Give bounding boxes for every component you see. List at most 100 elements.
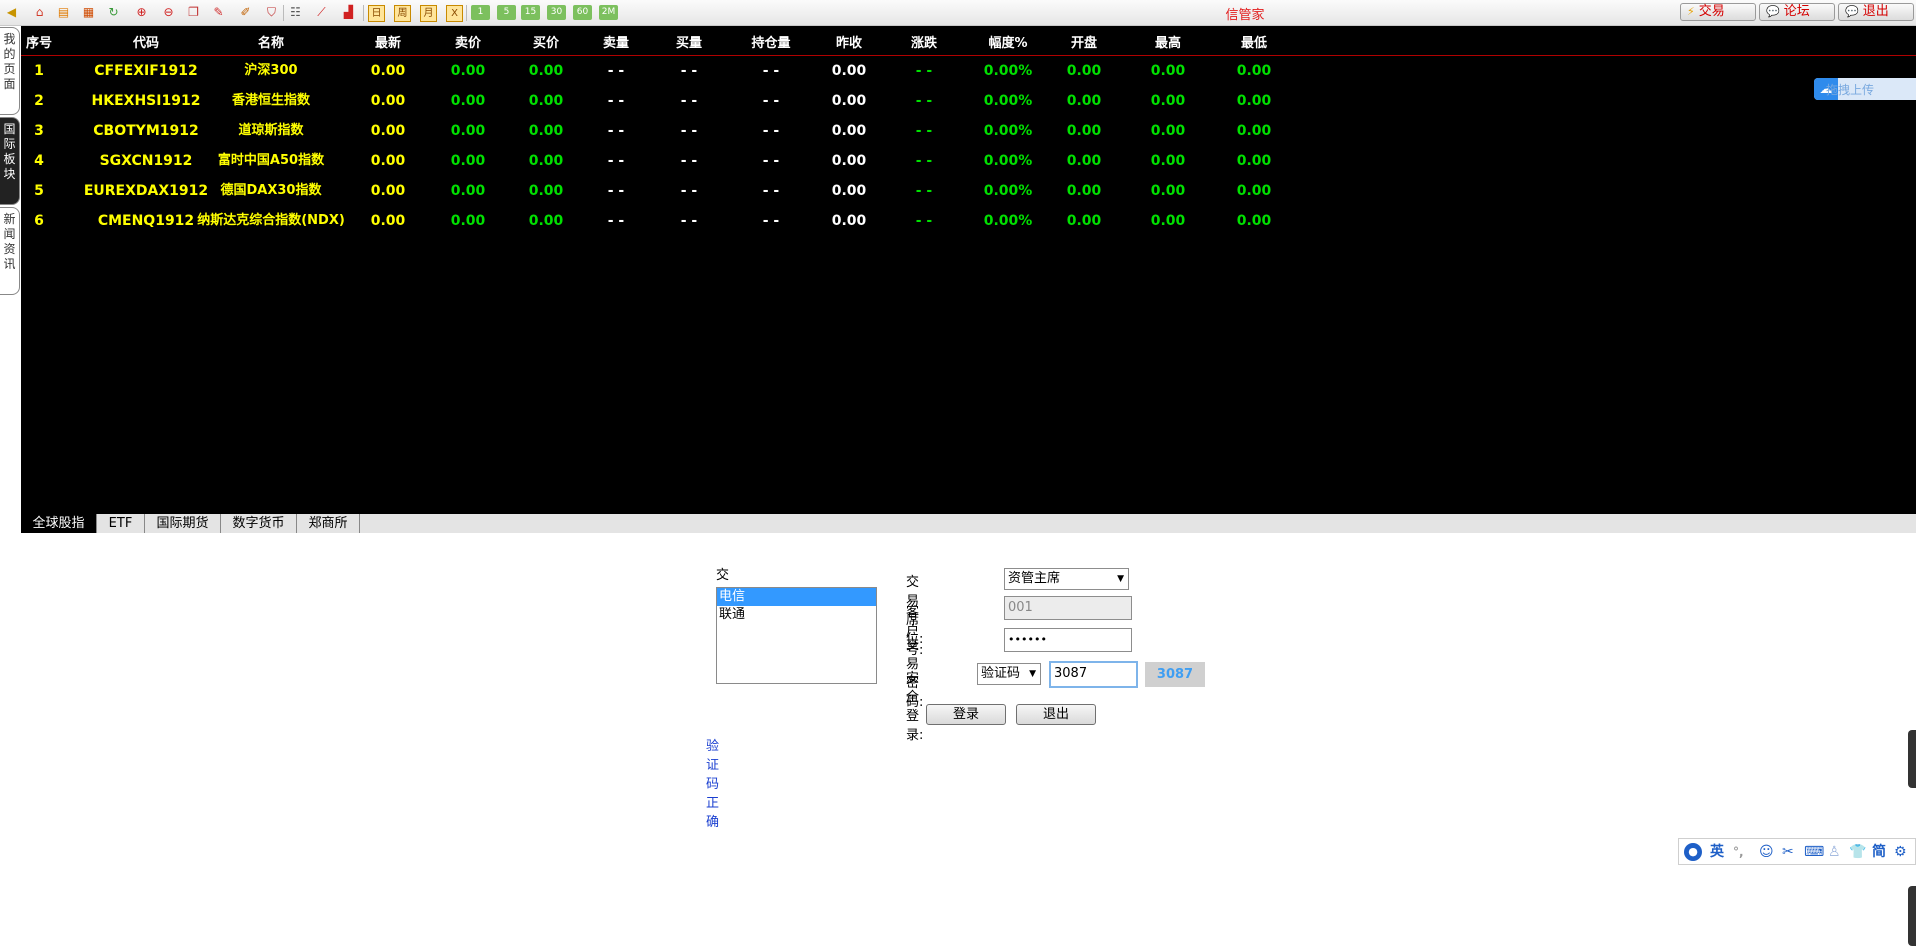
user-icon[interactable]: ● — [1684, 843, 1702, 861]
secure-method-select[interactable]: 验证码 ▼ — [977, 663, 1041, 685]
tab-digital-currency[interactable]: 数字货币 — [221, 514, 297, 533]
captcha-image[interactable]: 3087 — [1145, 662, 1205, 687]
quote-table-header: 序号 代码 名称 最新 卖价 买价 卖量 买量 持仓量 昨收 涨跌 幅度% 开盘 最高 最低 — [21, 26, 1916, 56]
column-header-bid[interactable]: 买价 — [521, 32, 571, 51]
client-id-field: 001 — [1004, 596, 1132, 620]
home-icon[interactable]: ⌂ — [31, 4, 48, 21]
table-row[interactable]: 6 CMENQ1912 纳斯达克综合指数(NDX) 0.00 0.00 0.00- -- … — [21, 211, 1916, 241]
location-item-unicom[interactable]: 联通 — [717, 606, 876, 624]
period-2m-button[interactable]: 2M — [599, 5, 618, 20]
login-button[interactable]: 登录 — [926, 704, 1006, 725]
tab-zce[interactable]: 郑商所 — [297, 514, 360, 533]
period-5-button[interactable]: 5 — [497, 5, 516, 20]
dropdown-arrow-icon: ▼ — [1029, 669, 1036, 679]
column-header-last[interactable]: 最新 — [363, 32, 413, 51]
password-field[interactable]: •••••• — [1004, 628, 1132, 652]
week-period-button[interactable]: 周 — [394, 5, 411, 22]
zoom-out-icon[interactable]: ⊖ — [160, 4, 177, 21]
tab-global-index[interactable]: 全球股指 — [21, 514, 97, 533]
bar-chart-icon[interactable]: ▟ — [340, 4, 357, 21]
column-header-prev-close[interactable]: 昨收 — [824, 32, 874, 51]
tab-etf[interactable]: ETF — [97, 514, 145, 533]
column-header-open[interactable]: 开盘 — [1059, 32, 1109, 51]
back-arrow-icon[interactable]: ◀ — [3, 4, 20, 21]
exit-button[interactable]: 退出 — [1016, 704, 1096, 725]
column-header-low[interactable]: 最低 — [1229, 32, 1279, 51]
side-tab-my-page[interactable]: 我的页面 — [0, 27, 20, 115]
side-tab-news[interactable]: 新闻资讯 — [0, 207, 20, 295]
column-header-seq[interactable]: 序号 — [19, 32, 59, 51]
column-header-change-pct[interactable]: 幅度% — [973, 32, 1043, 51]
side-tab-international[interactable]: 国际板块 — [0, 117, 20, 205]
toolbar-separator — [466, 5, 467, 21]
captcha-input[interactable]: 3087 — [1049, 661, 1138, 688]
column-header-bid-vol[interactable]: 买量 — [669, 32, 709, 51]
column-header-name[interactable]: 名称 — [176, 32, 366, 51]
gear-icon[interactable]: ⚙ — [1894, 843, 1907, 861]
month-period-button[interactable]: 月 — [420, 5, 437, 22]
filter-icon[interactable]: ⛉ — [263, 4, 280, 21]
cell-bid: 0.00 — [528, 123, 564, 139]
cell-low: 0.00 — [1236, 183, 1272, 199]
cell-high: 0.00 — [1150, 123, 1186, 139]
refresh-icon[interactable]: ↻ — [105, 4, 122, 21]
toolbar-separator — [283, 5, 284, 21]
cell-ask: 0.00 — [450, 123, 486, 139]
shirt-icon[interactable]: 👕 — [1849, 843, 1866, 861]
custom-period-button[interactable]: X — [446, 5, 463, 22]
cell-open: 0.00 — [1066, 123, 1102, 139]
exit-top-button[interactable]: 💬 退出 — [1838, 3, 1914, 21]
cell-open-interest: - - — [762, 183, 780, 199]
column-header-high[interactable]: 最高 — [1143, 32, 1193, 51]
pen-icon[interactable]: ✎ — [210, 4, 227, 21]
column-header-change[interactable]: 涨跌 — [904, 32, 944, 51]
table-icon[interactable]: ☷ — [287, 4, 304, 21]
location-list[interactable]: 电信 联通 — [716, 587, 877, 684]
period-60-button[interactable]: 60 — [573, 5, 592, 20]
ime-punct-toggle[interactable]: °, — [1733, 843, 1744, 861]
column-header-open-interest[interactable]: 持仓量 — [741, 32, 801, 51]
period-15-button[interactable]: 15 — [521, 5, 540, 20]
keyboard-icon[interactable]: ⌨ — [1804, 843, 1824, 861]
side-handle[interactable] — [1908, 886, 1916, 946]
cell-bid-vol: - - — [680, 213, 698, 229]
tab-intl-futures[interactable]: 国际期货 — [145, 514, 221, 533]
quote-panel: 序号 代码 名称 最新 卖价 买价 卖量 买量 持仓量 昨收 涨跌 幅度% 开盘 最高 最低 1 CFFEXI… — [21, 26, 1916, 515]
lightning-icon: ⚡ — [1687, 5, 1695, 18]
scissors-icon[interactable]: ✂ — [1782, 843, 1794, 861]
ime-lang-toggle[interactable]: 英 — [1710, 843, 1724, 861]
folder-icon[interactable]: ▦ — [80, 4, 97, 21]
cell-prev-close: 0.00 — [831, 63, 867, 79]
chat-bubble-icon: 💬 — [1766, 5, 1780, 18]
column-header-ask-vol[interactable]: 卖量 — [596, 32, 636, 51]
zoom-in-icon[interactable]: ⊕ — [133, 4, 150, 21]
table-row[interactable]: 4 SGXCN1912 富时中国A50指数 0.00 0.00 0.00- -- -- -… — [21, 151, 1916, 181]
line-chart-icon[interactable]: ⟋ — [313, 4, 330, 21]
cell-ask-vol: - - — [607, 213, 625, 229]
location-item-telecom[interactable]: 电信 — [717, 588, 876, 606]
table-row[interactable]: 3 CBOTYM1912 道琼斯指数 0.00 0.00 0.00- -- -- -0.0… — [21, 121, 1916, 151]
period-30-button[interactable]: 30 — [547, 5, 566, 20]
window-icon[interactable]: ❐ — [185, 4, 202, 21]
table-row[interactable]: 1 CFFEXIF1912 沪深300 0.00 0.00 0.00- -- -- -0.… — [21, 61, 1916, 91]
cell-low: 0.00 — [1236, 153, 1272, 169]
cell-seq: 2 — [34, 93, 44, 109]
dropdown-arrow-icon: ▼ — [1117, 574, 1124, 584]
cell-open: 0.00 — [1066, 153, 1102, 169]
trade-button[interactable]: ⚡ 交易 — [1680, 3, 1756, 21]
period-1-button[interactable]: 1 — [471, 5, 490, 20]
side-handle[interactable] — [1908, 730, 1916, 788]
seat-select[interactable]: 资管主席 ▼ — [1004, 568, 1129, 590]
table-row[interactable]: 2 HKEXHSI1912 香港恒生指数 0.00 0.00 0.00- -- -- -0… — [21, 91, 1916, 121]
cell-name: 香港恒生指数 — [231, 93, 310, 108]
table-row[interactable]: 5 EUREXDAX1912 德国DAX30指数 0.00 0.00 0.00- -- -… — [21, 181, 1916, 211]
ime-simplified-toggle[interactable]: 简 — [1872, 843, 1886, 861]
brush-icon[interactable]: ✐ — [237, 4, 254, 21]
column-header-ask[interactable]: 卖价 — [443, 32, 493, 51]
day-period-button[interactable]: 日 — [368, 5, 385, 22]
drag-upload-badge[interactable]: ☁ 拖拽上传 — [1814, 78, 1916, 100]
book-icon[interactable]: ▤ — [55, 4, 72, 21]
forum-button[interactable]: 💬 论坛 — [1759, 3, 1835, 21]
smile-icon[interactable]: ☺ — [1759, 843, 1774, 861]
person-icon[interactable]: ♙ — [1828, 843, 1841, 861]
